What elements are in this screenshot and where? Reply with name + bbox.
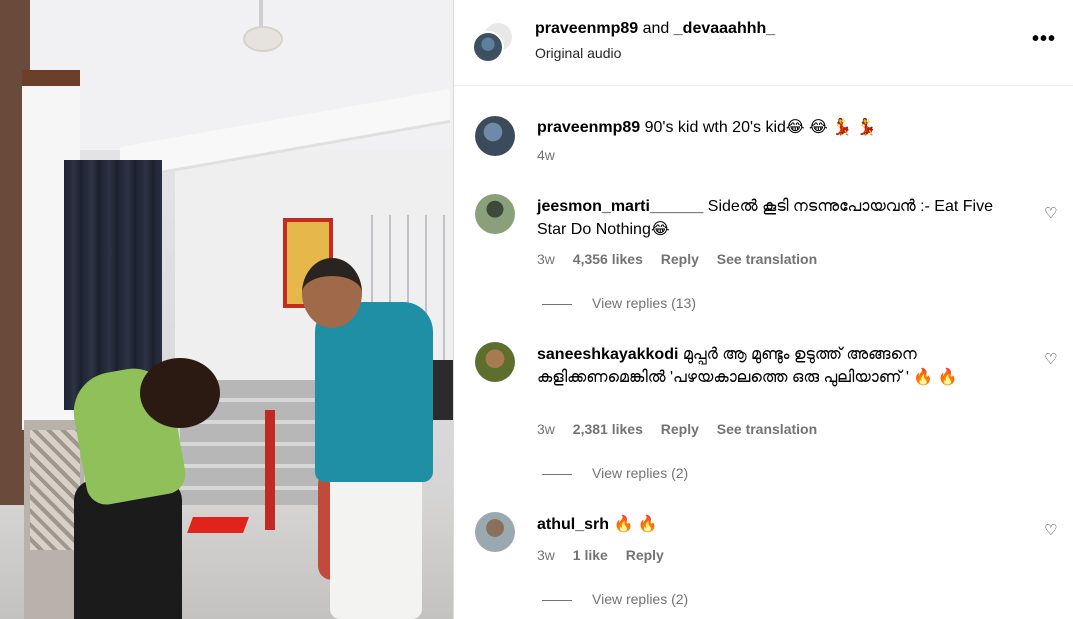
comment-meta: 3w 1 like Reply: [537, 547, 678, 563]
audio-link[interactable]: Original audio: [535, 45, 621, 61]
comment-time[interactable]: 3w: [537, 421, 555, 437]
view-replies-button[interactable]: View replies (2): [542, 465, 688, 481]
post-authors: praveenmp89 and _devaaahhh_: [535, 20, 775, 38]
caption-avatar[interactable]: [475, 116, 515, 156]
replies-divider: [542, 473, 572, 475]
author-link-1[interactable]: praveenmp89: [535, 20, 638, 37]
see-translation-button[interactable]: See translation: [717, 251, 817, 267]
avatar-front: [472, 31, 504, 63]
comment-time[interactable]: 3w: [537, 547, 555, 563]
video-ceiling-fan: [243, 26, 283, 52]
caption-time[interactable]: 4w: [537, 147, 555, 163]
heart-icon[interactable]: ♡: [1044, 523, 1060, 539]
commenter-avatar[interactable]: [475, 194, 515, 234]
replies-divider: [542, 303, 572, 305]
heart-icon[interactable]: ♡: [1044, 352, 1060, 368]
comment-text: saneeshkayakkodi മുപ്പർ ആ മുണ്ടും ഉടുത്ത…: [537, 343, 1017, 389]
caption-text: praveenmp89 90's kid wth 20's kid😂 😂 💃 💃: [537, 116, 1017, 139]
comment-meta: 3w 4,356 likes Reply See translation: [537, 251, 831, 267]
view-replies-label: View replies (13): [592, 295, 697, 311]
collab-avatar[interactable]: [472, 21, 514, 63]
comment-meta: 3w 2,381 likes Reply See translation: [537, 421, 831, 437]
more-horizontal-icon[interactable]: •••: [1032, 28, 1056, 51]
comment-username[interactable]: saneeshkayakkodi: [537, 346, 678, 363]
replies-divider: [542, 599, 572, 601]
comment-likes[interactable]: 2,381 likes: [573, 421, 643, 437]
caption-meta: 4w: [537, 147, 569, 163]
comment-text: jeesmon_marti______ Sideൽ കൂടി നടന്നുപോയ…: [537, 195, 1017, 241]
reply-button[interactable]: Reply: [626, 547, 664, 563]
video-person-woman-hair: [140, 358, 220, 428]
authors-and: and: [642, 20, 670, 37]
post-header: praveenmp89 and _devaaahhh_ Original aud…: [454, 0, 1073, 86]
see-translation-button[interactable]: See translation: [717, 421, 817, 437]
comment-username[interactable]: jeesmon_marti______: [537, 198, 703, 215]
comment-username[interactable]: athul_srh: [537, 516, 609, 533]
video-red-cloth: [187, 517, 249, 533]
caption-body: 90's kid wth 20's kid😂 😂 💃 💃: [644, 119, 877, 136]
comment-likes[interactable]: 1 like: [573, 547, 608, 563]
video-person-man-shirt: [315, 302, 433, 482]
video-sofa-cushion: [30, 430, 80, 550]
comment-text: athul_srh 🔥 🔥: [537, 513, 1017, 536]
heart-icon[interactable]: ♡: [1044, 206, 1060, 222]
video-person-man-dhoti: [330, 460, 422, 619]
commenter-avatar[interactable]: [475, 512, 515, 552]
reply-button[interactable]: Reply: [661, 251, 699, 267]
comment-likes[interactable]: 4,356 likes: [573, 251, 643, 267]
view-replies-button[interactable]: View replies (13): [542, 295, 696, 311]
commenter-avatar[interactable]: [475, 342, 515, 382]
caption-username[interactable]: praveenmp89: [537, 119, 640, 136]
view-replies-label: View replies (2): [592, 591, 689, 607]
view-replies-button[interactable]: View replies (2): [542, 591, 688, 607]
author-link-2[interactable]: _devaaahhh_: [674, 20, 775, 37]
video-person-man-head: [302, 258, 362, 328]
video-stand: [265, 410, 275, 530]
post-panel: praveenmp89 and _devaaahhh_ Original aud…: [453, 0, 1073, 619]
view-replies-label: View replies (2): [592, 465, 689, 481]
comment-body: 🔥 🔥: [613, 516, 658, 533]
reply-button[interactable]: Reply: [661, 421, 699, 437]
reel-video[interactable]: [0, 0, 453, 619]
comment-time[interactable]: 3w: [537, 251, 555, 267]
